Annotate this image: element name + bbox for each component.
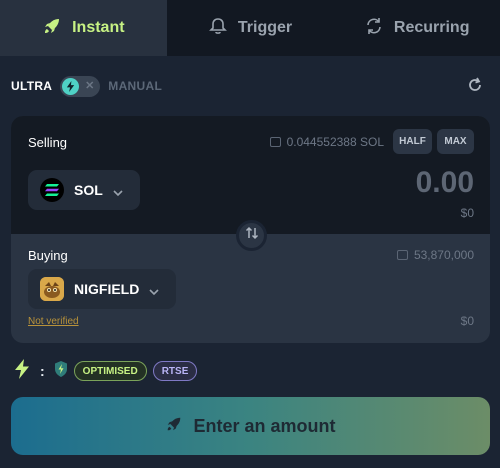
tab-recurring-label: Recurring bbox=[393, 19, 470, 36]
bell-icon bbox=[208, 16, 228, 41]
shield-icon bbox=[54, 360, 68, 382]
not-verified-link[interactable]: Not verified bbox=[28, 316, 79, 327]
buying-label: Buying bbox=[28, 248, 68, 263]
selling-token-symbol: SOL bbox=[74, 182, 103, 198]
tab-trigger[interactable]: Trigger bbox=[167, 0, 334, 56]
tab-trigger-label: Trigger bbox=[237, 19, 293, 36]
manual-label: MANUAL bbox=[108, 79, 163, 93]
selling-section: Selling 0.044552388 SOL HALF MAX SOL 0.0… bbox=[11, 116, 490, 234]
swap-direction-button[interactable] bbox=[236, 220, 267, 251]
max-button[interactable]: MAX bbox=[437, 129, 474, 154]
enter-amount-button[interactable]: Enter an amount bbox=[11, 397, 490, 455]
refresh-cycle-icon bbox=[364, 16, 384, 41]
buying-balance: 53,870,000 bbox=[396, 248, 474, 262]
lightning-icon bbox=[13, 358, 31, 384]
buying-usd-value: $0 bbox=[460, 314, 474, 328]
optimised-badge: OPTIMISED bbox=[73, 361, 147, 381]
swap-arrows-icon bbox=[245, 226, 259, 245]
chevron-down-icon bbox=[149, 284, 159, 296]
wallet-icon bbox=[269, 137, 281, 147]
rocket-icon bbox=[165, 415, 183, 438]
selling-balance: 0.044552388 SOL bbox=[269, 135, 384, 149]
selling-balance-value: 0.044552388 SOL bbox=[286, 135, 384, 149]
selling-token-selector[interactable]: SOL bbox=[28, 170, 140, 210]
wallet-icon bbox=[396, 250, 408, 260]
route-info: : OPTIMISED RTSE bbox=[13, 358, 198, 384]
tab-instant-label: Instant bbox=[72, 19, 125, 36]
tab-recurring[interactable]: Recurring bbox=[333, 0, 500, 56]
sol-logo-icon bbox=[40, 178, 64, 202]
half-button[interactable]: HALF bbox=[393, 129, 432, 154]
buying-token-selector[interactable]: NIGFIELD bbox=[28, 269, 176, 309]
enter-amount-label: Enter an amount bbox=[193, 415, 336, 436]
rtse-badge: RTSE bbox=[152, 361, 198, 381]
tab-instant[interactable]: Instant bbox=[0, 0, 167, 56]
rocket-icon bbox=[42, 16, 62, 41]
close-icon: ✕ bbox=[85, 79, 95, 92]
nigfield-logo-icon bbox=[40, 277, 64, 301]
buying-token-symbol: NIGFIELD bbox=[74, 281, 140, 297]
lightning-icon bbox=[62, 77, 80, 95]
refresh-icon[interactable] bbox=[467, 77, 483, 93]
ultra-label: ULTRA bbox=[11, 79, 53, 93]
selling-amount-input[interactable]: 0.00 bbox=[416, 166, 474, 200]
swap-mode-tabs: Instant Trigger Recurring bbox=[0, 0, 500, 56]
selling-usd-value: $0 bbox=[460, 206, 474, 220]
selling-label: Selling bbox=[28, 135, 68, 150]
mode-row: ULTRA ✕ MANUAL bbox=[11, 75, 489, 97]
chevron-down-icon bbox=[113, 185, 123, 197]
buying-balance-value: 53,870,000 bbox=[413, 248, 474, 262]
route-separator: : bbox=[40, 363, 45, 379]
ultra-manual-toggle[interactable]: ✕ bbox=[60, 75, 101, 97]
